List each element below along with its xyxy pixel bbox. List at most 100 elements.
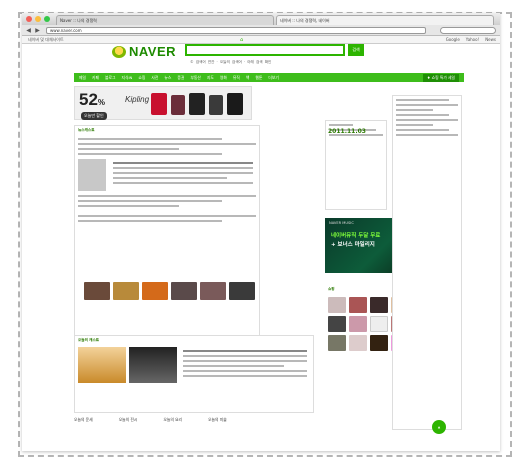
today-section: 오늘의 캐스트 xyxy=(74,335,314,413)
bottom-tab-4[interactable]: 오늘의 미술 xyxy=(208,417,227,423)
today-feature xyxy=(78,347,310,383)
home-icon[interactable]: ⌂ xyxy=(240,36,243,44)
today-line[interactable] xyxy=(183,360,307,362)
bottom-tab-2[interactable]: 오늘의 전시 xyxy=(119,417,138,423)
close-icon[interactable] xyxy=(26,16,32,22)
url-bar[interactable]: www.naver.com xyxy=(46,27,426,34)
news-photo[interactable] xyxy=(78,159,106,191)
gnb-shopping[interactable]: 쇼핑 xyxy=(138,75,145,81)
today-line[interactable] xyxy=(183,365,285,367)
news-line[interactable] xyxy=(113,182,253,184)
product-thumb[interactable] xyxy=(370,316,388,332)
today-line[interactable] xyxy=(183,355,307,357)
sidebar-line[interactable] xyxy=(396,119,458,121)
bag-image xyxy=(151,93,167,115)
back-icon[interactable]: ◀ xyxy=(25,27,32,34)
right-sidebar xyxy=(392,95,462,430)
gnb-mail[interactable]: 메일 xyxy=(79,75,86,81)
sidebar-line[interactable] xyxy=(396,104,458,106)
feature-photo[interactable] xyxy=(129,347,177,383)
feature-photo[interactable] xyxy=(78,347,126,383)
bookmark-google[interactable]: Google xyxy=(446,36,460,44)
product-thumb[interactable] xyxy=(370,335,388,351)
product-thumb[interactable] xyxy=(370,297,388,313)
thumb[interactable] xyxy=(84,282,110,300)
product-thumb[interactable] xyxy=(328,335,346,351)
news-line[interactable] xyxy=(113,167,253,169)
product-thumb[interactable] xyxy=(349,316,367,332)
gnb-kin[interactable]: 지식iN xyxy=(121,75,132,81)
bottom-tab-3[interactable]: 오늘의 요리 xyxy=(163,417,182,423)
naver-logo-text: NAVER xyxy=(129,44,177,59)
thumb[interactable] xyxy=(229,282,255,300)
promo-line-1: 네이버뮤직 두달 무료 xyxy=(331,233,381,239)
thumb[interactable] xyxy=(113,282,139,300)
sidebar-line[interactable] xyxy=(396,134,458,136)
gnb-movie[interactable]: 영화 xyxy=(220,75,227,81)
news-line[interactable] xyxy=(78,148,180,150)
thumb[interactable] xyxy=(200,282,226,300)
date-label: 2011.11.03 xyxy=(328,128,366,135)
sidebar-line[interactable] xyxy=(396,114,450,116)
thumb[interactable] xyxy=(171,282,197,300)
thumb[interactable] xyxy=(142,282,168,300)
bottom-tab-1[interactable]: 오늘의 운세 xyxy=(74,417,93,423)
news-line[interactable] xyxy=(113,172,253,174)
window-controls xyxy=(26,16,50,22)
naver-search-input[interactable] xyxy=(185,44,345,56)
banner-percent-value: 52 xyxy=(79,90,98,109)
banner-badge: 오늘만 할인 xyxy=(81,112,107,120)
news-line[interactable] xyxy=(78,220,222,222)
floating-button[interactable]: ▲ xyxy=(432,420,446,434)
product-thumb[interactable] xyxy=(328,316,346,332)
news-line[interactable] xyxy=(78,205,180,207)
gnb-news[interactable]: 뉴스 xyxy=(164,75,171,81)
news-line[interactable] xyxy=(78,195,256,197)
sidebar-line[interactable] xyxy=(396,129,450,131)
naver-search-button[interactable]: 검색 xyxy=(348,44,364,56)
info-line[interactable] xyxy=(329,124,353,126)
gnb-more[interactable]: 더보기 xyxy=(268,75,278,81)
tab-2[interactable]: 네이버 :: 나의 경쟁력, 네이버 xyxy=(276,15,494,25)
product-thumb[interactable] xyxy=(349,297,367,313)
product-thumb[interactable] xyxy=(349,335,367,351)
bookmark-item[interactable]: 네이버 및 대체사이트 xyxy=(28,37,64,42)
news-line[interactable] xyxy=(78,138,222,140)
today-line[interactable] xyxy=(183,375,307,377)
gnb-webtoon[interactable]: 웹툰 xyxy=(255,75,262,81)
subsearch-links[interactable]: © 검색어 연관 · 오늘의 검색어 · 아래 검색 확인 xyxy=(190,60,271,65)
bag-image xyxy=(209,95,223,115)
news-line[interactable] xyxy=(78,143,256,145)
toolbar: ◀ ▶ www.naver.com xyxy=(22,25,500,36)
gnb-stock[interactable]: 증권 xyxy=(177,75,184,81)
ad-banner[interactable]: 52% 오늘만 할인 Kipling xyxy=(74,86,252,120)
gnb-cafe[interactable]: 카페 xyxy=(92,75,99,81)
news-line[interactable] xyxy=(78,153,222,155)
sidebar-line[interactable] xyxy=(396,99,450,101)
news-line[interactable] xyxy=(78,200,222,202)
gnb-blog[interactable]: 블로그 xyxy=(105,75,115,81)
zoom-icon[interactable] xyxy=(44,16,50,22)
news-line[interactable] xyxy=(113,177,227,179)
naver-logo[interactable]: NAVER xyxy=(112,44,176,59)
tab-1[interactable]: Naver :: 나의 경쟁력 xyxy=(56,15,274,25)
news-line[interactable] xyxy=(78,215,256,217)
gnb-map[interactable]: 지도 xyxy=(207,75,214,81)
gnb-realestate[interactable]: 부동산 xyxy=(190,75,200,81)
today-line[interactable] xyxy=(183,370,307,372)
product-thumb[interactable] xyxy=(328,297,346,313)
news-feature xyxy=(78,159,256,191)
bookmark-news[interactable]: News xyxy=(485,36,496,44)
forward-icon[interactable]: ▶ xyxy=(34,27,41,34)
today-line[interactable] xyxy=(183,350,307,352)
news-line[interactable] xyxy=(113,162,253,164)
gnb-music[interactable]: 뮤직 xyxy=(233,75,240,81)
gnb-book[interactable]: 책 xyxy=(246,75,250,81)
browser-search-input[interactable] xyxy=(440,27,496,34)
gnb-special[interactable]: ♦ 쇼핑 특가 세일 xyxy=(423,73,459,82)
sidebar-line[interactable] xyxy=(396,109,434,111)
minimize-icon[interactable] xyxy=(35,16,41,22)
bookmark-yahoo[interactable]: Yahoo! xyxy=(466,36,479,44)
sidebar-line[interactable] xyxy=(396,124,434,126)
gnb-dict[interactable]: 사전 xyxy=(151,75,158,81)
